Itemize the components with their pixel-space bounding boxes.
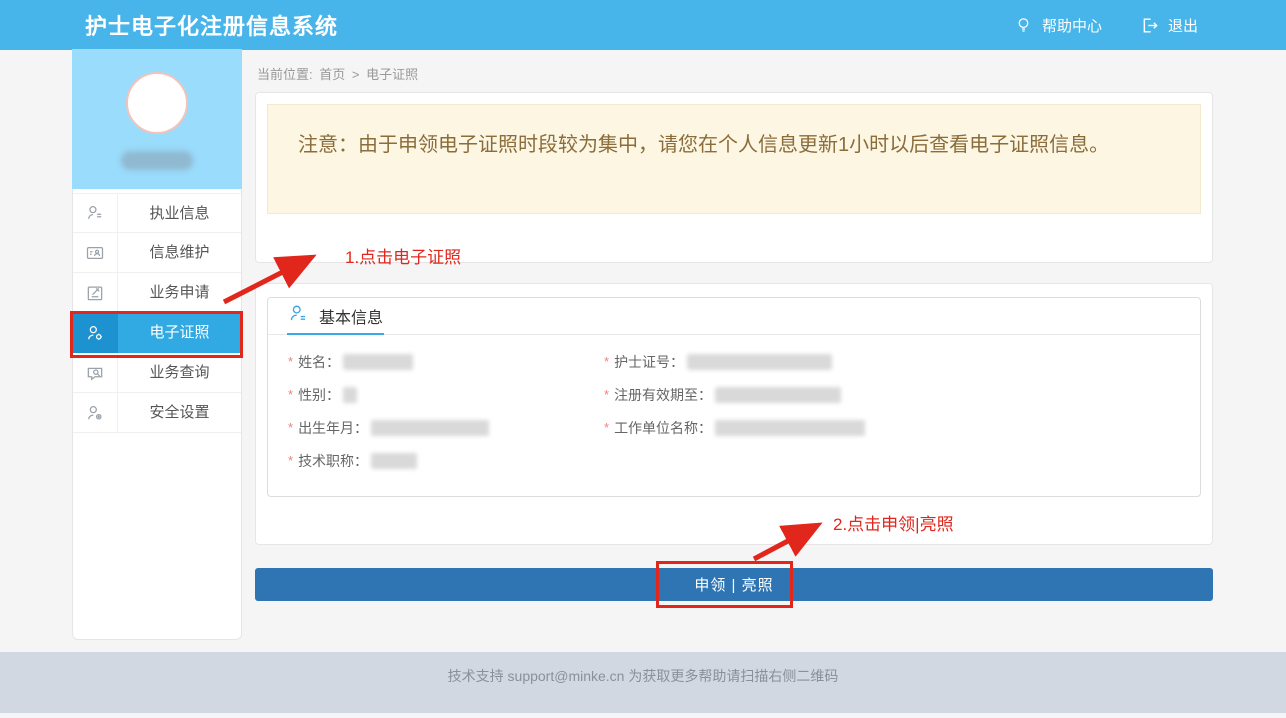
field-label: 出生年月：	[298, 418, 368, 438]
title-underline	[287, 333, 384, 335]
user-name-redacted	[121, 151, 193, 170]
id-card-icon	[73, 233, 118, 272]
breadcrumb-prefix: 当前位置:	[257, 67, 313, 82]
main-content: 当前位置: 首页 > 电子证照 注意：由于申领电子证照时段较为集中，请您在个人信…	[255, 50, 1213, 601]
redacted-value	[687, 354, 832, 370]
header-actions: 帮助中心 退出	[1014, 15, 1198, 36]
notice-panel: 注意：由于申领电子证照时段较为集中，请您在个人信息更新1小时以后查看电子证照信息…	[255, 92, 1213, 263]
edit-doc-icon	[73, 273, 118, 312]
required-mark: *	[288, 387, 293, 402]
app-title: 护士电子化注册信息系统	[85, 9, 338, 41]
required-mark: *	[604, 420, 609, 435]
app-header: 护士电子化注册信息系统 帮助中心	[0, 0, 1286, 50]
sidebar-item-practice-info[interactable]: 执业信息	[73, 193, 241, 233]
required-mark: *	[604, 354, 609, 369]
redacted-value	[371, 453, 417, 469]
footer-support-text: 技术支持 support@minke.cn 为获取更多帮助请扫描右侧二维码	[448, 668, 839, 684]
redacted-value	[343, 354, 413, 370]
sidebar-item-label: 信息维护	[118, 233, 241, 272]
user-badge-icon	[73, 313, 118, 353]
chat-search-icon	[73, 353, 118, 392]
basic-info-header: 基本信息	[268, 298, 1200, 335]
redacted-value	[343, 387, 357, 403]
field-gender: * 性别：	[288, 378, 604, 411]
field-work-unit-name: * 工作单位名称：	[604, 411, 1200, 444]
field-label: 性别：	[298, 385, 340, 405]
field-label: 姓名：	[298, 352, 340, 372]
help-center-link[interactable]: 帮助中心	[1014, 15, 1102, 36]
field-nurse-cert-number: * 护士证号：	[604, 345, 1200, 378]
redacted-value	[715, 387, 841, 403]
field-name: * 姓名：	[288, 345, 604, 378]
sidebar-item-label: 执业信息	[118, 194, 241, 232]
field-technical-title: * 技术职称：	[288, 444, 604, 477]
basic-info-box: 基本信息 * 姓名： * 性别：	[267, 297, 1201, 497]
field-label: 护士证号：	[614, 352, 684, 372]
page: 护士电子化注册信息系统 帮助中心	[0, 0, 1286, 713]
apply-show-certificate-button[interactable]: 申领 | 亮照	[255, 568, 1213, 601]
sidebar-item-label: 业务查询	[118, 353, 241, 392]
user-lines-icon	[73, 194, 118, 232]
field-label: 注册有效期至：	[614, 385, 712, 405]
page-footer: 技术支持 support@minke.cn 为获取更多帮助请扫描右侧二维码	[0, 652, 1286, 713]
form-column-right: * 护士证号： * 注册有效期至： * 工作单位名称：	[604, 345, 1200, 477]
required-mark: *	[288, 354, 293, 369]
breadcrumb-current: 电子证照	[366, 67, 418, 82]
sidebar-item-business-application[interactable]: 业务申请	[73, 273, 241, 313]
logout-label: 退出	[1168, 15, 1198, 36]
required-mark: *	[288, 453, 293, 468]
redacted-value	[715, 420, 865, 436]
sidebar-item-label: 业务申请	[118, 273, 241, 312]
required-mark: *	[288, 420, 293, 435]
logout-icon	[1140, 16, 1159, 35]
lightbulb-icon	[1014, 16, 1033, 35]
sidebar-item-label: 安全设置	[118, 393, 241, 432]
user-profile-block	[72, 49, 242, 189]
basic-info-panel: 基本信息 * 姓名： * 性别：	[255, 283, 1213, 545]
sidebar-item-info-maintenance[interactable]: 信息维护	[73, 233, 241, 273]
user-list-icon	[288, 303, 309, 329]
help-center-label: 帮助中心	[1042, 15, 1102, 36]
sidebar-item-label: 电子证照	[118, 313, 241, 353]
basic-info-title: 基本信息	[319, 304, 383, 328]
breadcrumb: 当前位置: 首页 > 电子证照	[255, 50, 1213, 92]
redacted-value	[371, 420, 489, 436]
sidebar-item-security-settings[interactable]: 安全设置	[73, 393, 241, 433]
basic-info-form: * 姓名： * 性别： * 出生年月：	[268, 335, 1200, 477]
avatar	[126, 72, 188, 134]
sidebar: 执业信息 信息维护	[72, 50, 242, 640]
field-birth-date: * 出生年月：	[288, 411, 604, 444]
user-gear-icon	[73, 393, 118, 432]
required-mark: *	[604, 387, 609, 402]
notice-message: 注意：由于申领电子证照时段较为集中，请您在个人信息更新1小时以后查看电子证照信息…	[267, 104, 1201, 214]
breadcrumb-separator: >	[352, 67, 360, 82]
field-label: 技术职称：	[298, 451, 368, 471]
sidebar-item-electronic-certificate[interactable]: 电子证照	[73, 313, 241, 353]
field-label: 工作单位名称：	[614, 418, 712, 438]
sidebar-menu: 执业信息 信息维护	[73, 193, 241, 433]
form-column-left: * 姓名： * 性别： * 出生年月：	[288, 345, 604, 477]
sidebar-item-business-query[interactable]: 业务查询	[73, 353, 241, 393]
breadcrumb-home-link[interactable]: 首页	[319, 67, 345, 82]
logout-link[interactable]: 退出	[1140, 15, 1198, 36]
field-registration-valid-until: * 注册有效期至：	[604, 378, 1200, 411]
